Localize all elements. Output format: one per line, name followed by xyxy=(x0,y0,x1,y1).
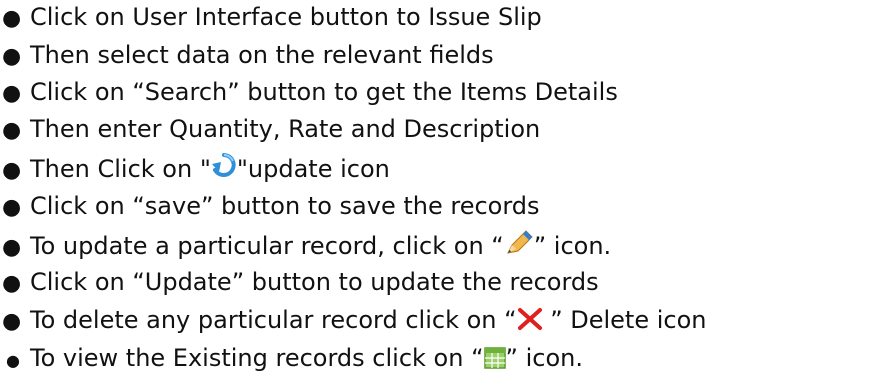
item-text-after: ” Delete icon xyxy=(542,306,707,334)
item-text-before: To delete any particular record click on… xyxy=(30,306,517,334)
bullet: ● xyxy=(2,195,22,220)
list-item: ● To view the Existing records click on “… xyxy=(0,343,583,376)
item-text-after: "update icon xyxy=(236,155,390,183)
refresh-update-icon xyxy=(211,152,237,187)
item-text-after: ” icon. xyxy=(533,232,612,260)
item-text: Then enter Quantity, Rate and Descriptio… xyxy=(30,115,541,143)
list-item: ● Click on “Update” button to update the … xyxy=(0,267,599,299)
list-item: ● To delete any particular record click o… xyxy=(0,305,707,338)
bullet: ● xyxy=(2,118,22,143)
item-text: Click on “Search” button to get the Item… xyxy=(30,78,618,106)
bullet: ● xyxy=(2,44,22,69)
green-grid-view-icon xyxy=(483,346,506,376)
item-text: Then select data on the relevant fields xyxy=(30,41,494,69)
bullet: ● xyxy=(6,351,20,370)
item-text-before: Then Click on " xyxy=(30,155,211,183)
pencil-edit-icon xyxy=(504,229,534,264)
item-text-before: To view the Existing records click on “ xyxy=(30,344,484,372)
list-item: ● To update a particular record, click on… xyxy=(0,229,611,264)
bullet: ● xyxy=(2,309,22,334)
list-item: ● Then select data on the relevant fields xyxy=(0,40,494,72)
item-text-after: ” icon. xyxy=(505,344,583,372)
list-item: ● Then enter Quantity, Rate and Descripti… xyxy=(0,114,540,146)
list-item: ● Then Click on " "update icon xyxy=(0,152,390,187)
item-text-before: To update a particular record, click on … xyxy=(30,232,504,260)
item-text: Click on “Update” button to update the r… xyxy=(30,268,599,296)
bullet: ● xyxy=(2,158,22,183)
bullet: ● xyxy=(2,235,22,260)
list-item: ● Click on “Search” button to get the Ite… xyxy=(0,77,618,109)
list-item: ● Click on User Interface button to Issue… xyxy=(0,2,542,34)
bullet: ● xyxy=(2,6,22,31)
red-x-delete-icon xyxy=(517,307,543,338)
item-text: Click on “save” button to save the recor… xyxy=(30,192,540,220)
list-item: ● Click on “save” button to save the reco… xyxy=(0,191,540,223)
bullet: ● xyxy=(2,81,22,106)
item-text: Click on User Interface button to Issue … xyxy=(30,3,542,31)
bullet: ● xyxy=(2,271,22,296)
